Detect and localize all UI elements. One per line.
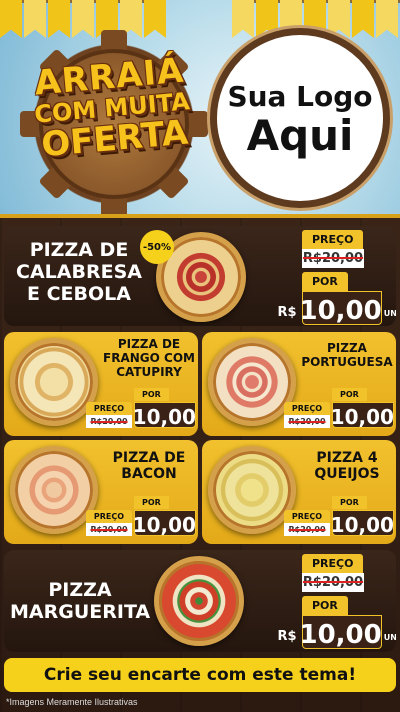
product-name: PIZZA 4 QUEIJOS [300,450,394,482]
product-name-line: FRANGO COM [103,350,195,365]
bunting-flags-left [0,0,168,40]
price-value: 10,00 [299,620,382,650]
new-price: R$ 10,00 UNID [277,291,396,326]
cta-banner[interactable]: Crie seu encarte com este tema! [4,658,396,692]
flag-icon [376,0,398,38]
product-card-queijos[interactable]: PIZZA 4 QUEIJOS POR PREÇO R$20,00 R$ 10,… [202,440,396,544]
product-name-line: PIZZA [327,341,367,355]
flag-icon [352,0,374,38]
por-label: POR [332,388,367,401]
price-block: POR PREÇO R$20,00 R$ 10,00 UNID [86,492,198,537]
preco-label: PREÇO [302,554,364,573]
logo-text-line2: Aqui [246,110,354,160]
currency-symbol: R$ [277,629,297,644]
product-name-line: QUEIJOS [314,466,380,483]
product-name-line: PIZZA DE [112,450,186,466]
pizza-portuguesa-image [208,338,296,426]
new-price: R$ 10,00 UNID [313,402,396,429]
old-price: R$20,00 [86,523,132,536]
old-price: R$20,00 [86,415,132,428]
product-name-line: PIZZA [48,579,112,601]
preco-label: PREÇO [302,230,364,249]
product-name-line: PIZZA DE [29,239,129,261]
unit-label: UNID [383,309,396,318]
product-name-line: E CEBOLA [27,282,131,305]
price-value: 10,00 [132,513,196,537]
disclaimer-footnote: *Imagens Meramente Ilustrativas [6,697,138,707]
old-price: R$20,00 [284,415,330,428]
old-price: R$20,00 [302,573,364,592]
header-banner: ARRAIÁ COM MUITA OFERTA Sua Logo Aqui [0,0,400,218]
price-value: 10,00 [299,296,382,326]
por-label: POR [302,272,348,291]
product-card-bacon[interactable]: PIZZA DE BACON POR PREÇO R$20,00 R$ 10,0… [4,440,198,544]
logo-placeholder[interactable]: Sua Logo Aqui [210,28,390,208]
price-block: POR PREÇO R$20,00 R$ 10,00 UNID [284,492,396,537]
old-price: R$20,00 [284,523,330,536]
por-label: POR [134,388,169,401]
new-price: R$ 10,00 UNID [115,402,198,429]
preco-label: PREÇO [86,510,132,523]
product-name: PIZZA PORTUGUESA [300,341,394,370]
product-card-calabresa[interactable]: PIZZA DE CALABRESA E CEBOLA -50% PREÇO R… [4,226,396,326]
product-card-marguerita[interactable]: PIZZA MARGUERITA PREÇO R$20,00 POR R$ 10… [4,550,396,652]
old-price-value: R$20,00 [288,417,326,426]
product-name-line: MARGUERITA [10,600,151,623]
por-label: POR [332,496,367,509]
old-price-value: R$20,00 [90,417,128,426]
price-value: 10,00 [330,513,394,537]
pizza-bacon-image [10,446,98,534]
price-block: PREÇO R$20,00 POR R$ 10,00 UNID [277,554,396,650]
price-value: 10,00 [330,405,394,429]
product-card-frango[interactable]: PIZZA DE FRANGO COM CATUPIRY POR PREÇO R… [4,332,198,436]
product-name: PIZZA DE BACON [102,450,196,482]
promo-title: ARRAIÁ COM MUITA OFERTA [8,51,216,166]
discount-badge: -50% [140,230,174,264]
product-card-portuguesa[interactable]: PIZZA PORTUGUESA POR PREÇO R$20,00 R$ 10… [202,332,396,436]
old-price-value: R$20,00 [90,525,128,534]
price-block: POR PREÇO R$20,00 R$ 10,00 UNID [86,384,198,429]
new-price: R$ 10,00 UNID [277,615,396,650]
old-price-value: R$20,00 [288,525,326,534]
flag-icon [328,0,350,38]
flag-icon [144,0,166,38]
product-name-line: CALABRESA [16,260,142,283]
old-price-value: R$20,00 [302,251,364,266]
por-label: POR [134,496,169,509]
price-block: PREÇO R$20,00 POR R$ 10,00 UNID [277,230,396,326]
logo-text-line1: Sua Logo [227,79,373,113]
preco-label: PREÇO [284,402,330,415]
new-price: R$ 10,00 UNID [313,510,396,537]
pizza-marguerita-image [154,556,244,646]
por-label: POR [302,596,348,615]
old-price-value: R$20,00 [302,575,364,590]
flag-icon [48,0,70,38]
currency-symbol: R$ [277,305,297,320]
product-name: PIZZA MARGUERITA [10,579,151,624]
price-block: POR PREÇO R$20,00 R$ 10,00 UNID [284,384,396,429]
flag-icon [72,0,94,38]
preco-label: PREÇO [284,510,330,523]
old-price: R$20,00 [302,249,364,268]
pizza-frango-image [10,338,98,426]
preco-label: PREÇO [86,402,132,415]
unit-label: UNID [383,633,396,642]
product-name-line: CATUPIRY [116,364,182,379]
product-name-line: PIZZA DE [117,337,181,351]
product-name: PIZZA DE CALABRESA E CEBOLA [14,239,144,306]
flag-icon [24,0,46,38]
product-name: PIZZA DE FRANGO COM CATUPIRY [102,337,196,379]
flag-icon [232,0,254,38]
pizza-queijos-image [208,446,296,534]
new-price: R$ 10,00 UNID [115,510,198,537]
product-name-line: BACON [121,466,177,483]
flag-icon [0,0,22,38]
price-value: 10,00 [132,405,196,429]
product-name-line: PORTUGUESA [301,354,393,369]
product-name-line: PIZZA 4 [316,450,378,466]
